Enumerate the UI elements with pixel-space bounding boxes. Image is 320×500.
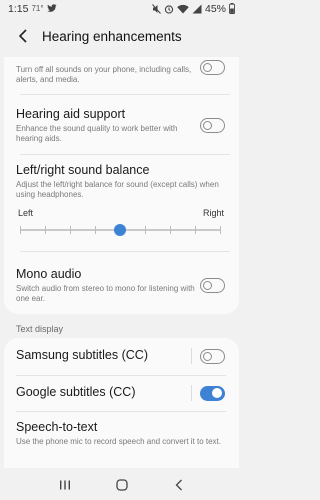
- page-title: Hearing enhancements: [42, 28, 182, 44]
- status-time: 1:15: [8, 2, 29, 15]
- status-temperature: 71°: [31, 4, 44, 13]
- google-subtitles-toggle[interactable]: [200, 386, 225, 401]
- balance-slider-thumb[interactable]: [114, 224, 126, 236]
- toggle-knob: [212, 388, 222, 398]
- hearing-aid-support-title: Hearing aid support: [16, 107, 126, 121]
- sound-balance-item: Left/right sound balance Adjust the left…: [16, 163, 226, 200]
- hearing-aid-support-item[interactable]: Hearing aid support Enhance the sound qu…: [16, 107, 196, 144]
- divider: [16, 375, 226, 376]
- divider: [20, 251, 230, 252]
- home-button[interactable]: [108, 473, 136, 497]
- back-button[interactable]: [8, 21, 38, 51]
- speech-to-text-title: Speech-to-text: [16, 420, 98, 434]
- balance-left-label: Left: [18, 208, 34, 218]
- wifi-icon: [177, 4, 189, 14]
- google-subtitles-item[interactable]: Google subtitles (CC): [16, 385, 191, 400]
- recents-button[interactable]: [51, 473, 79, 497]
- text-display-section-header: Text display: [16, 324, 64, 334]
- toggle-knob: [202, 280, 212, 290]
- hearing-aid-support-desc: Enhance the sound quality to work better…: [16, 124, 178, 143]
- hearing-aid-support-toggle[interactable]: [200, 118, 225, 133]
- samsung-subtitles-toggle[interactable]: [200, 349, 225, 364]
- balance-slider[interactable]: [20, 224, 221, 236]
- balance-slider-tick: [70, 226, 71, 234]
- sound-balance-title: Left/right sound balance: [16, 163, 150, 177]
- text-display-card: Samsung subtitles (CC) Google subtitles …: [4, 338, 239, 468]
- app-bar: Hearing enhancements: [0, 17, 243, 55]
- system-nav-bar: [0, 470, 243, 500]
- balance-slider-tick: [195, 226, 196, 234]
- mute-all-sounds-toggle[interactable]: [200, 60, 225, 75]
- toggle-knob: [202, 120, 212, 130]
- divider: [20, 154, 230, 155]
- signal-icon: [192, 4, 202, 14]
- status-bar: 1:15 71° 45%: [0, 0, 243, 17]
- divider: [20, 94, 230, 95]
- balance-slider-tick: [220, 226, 221, 234]
- balance-slider-tick: [95, 226, 96, 234]
- mono-audio-item[interactable]: Mono audio Switch audio from stereo to m…: [16, 267, 196, 304]
- balance-slider-labels: Left Right: [18, 208, 224, 218]
- mute-icon: [152, 3, 161, 14]
- samsung-subtitles-item[interactable]: Samsung subtitles (CC): [16, 348, 191, 363]
- mono-audio-title: Mono audio: [16, 267, 82, 281]
- google-subtitles-title: Google subtitles (CC): [16, 385, 136, 399]
- speech-to-text-desc: Use the phone mic to record speech and c…: [16, 437, 221, 446]
- sound-balance-desc: Adjust the left/right balance for sound …: [16, 180, 219, 199]
- battery-percent: 45%: [204, 2, 226, 15]
- back-icon: [175, 479, 183, 491]
- recents-icon: [59, 480, 71, 490]
- home-icon: [115, 479, 128, 491]
- twitter-icon: [46, 4, 57, 13]
- balance-slider-tick: [170, 226, 171, 234]
- balance-slider-tick: [145, 226, 146, 234]
- balance-slider-tick: [20, 226, 21, 234]
- divider: [16, 411, 226, 412]
- nav-back-button[interactable]: [165, 473, 193, 497]
- mute-all-sounds-item[interactable]: Turn off all sounds on your phone, inclu…: [16, 65, 196, 85]
- mono-audio-desc: Switch audio from stereo to mono for lis…: [16, 284, 195, 303]
- alarm-icon: [164, 4, 174, 14]
- back-arrow-icon: [18, 29, 28, 43]
- balance-slider-tick: [45, 226, 46, 234]
- samsung-subtitles-title: Samsung subtitles (CC): [16, 348, 148, 362]
- vertical-separator: [191, 385, 192, 401]
- toggle-knob: [202, 62, 212, 72]
- balance-right-label: Right: [202, 208, 224, 218]
- battery-icon: [229, 3, 235, 14]
- speech-to-text-item[interactable]: Speech-to-text Use the phone mic to reco…: [16, 420, 231, 447]
- mono-audio-toggle[interactable]: [200, 278, 225, 293]
- vertical-separator: [191, 348, 192, 364]
- toggle-knob: [202, 351, 212, 361]
- mute-all-sounds-desc: Turn off all sounds on your phone, inclu…: [16, 65, 192, 84]
